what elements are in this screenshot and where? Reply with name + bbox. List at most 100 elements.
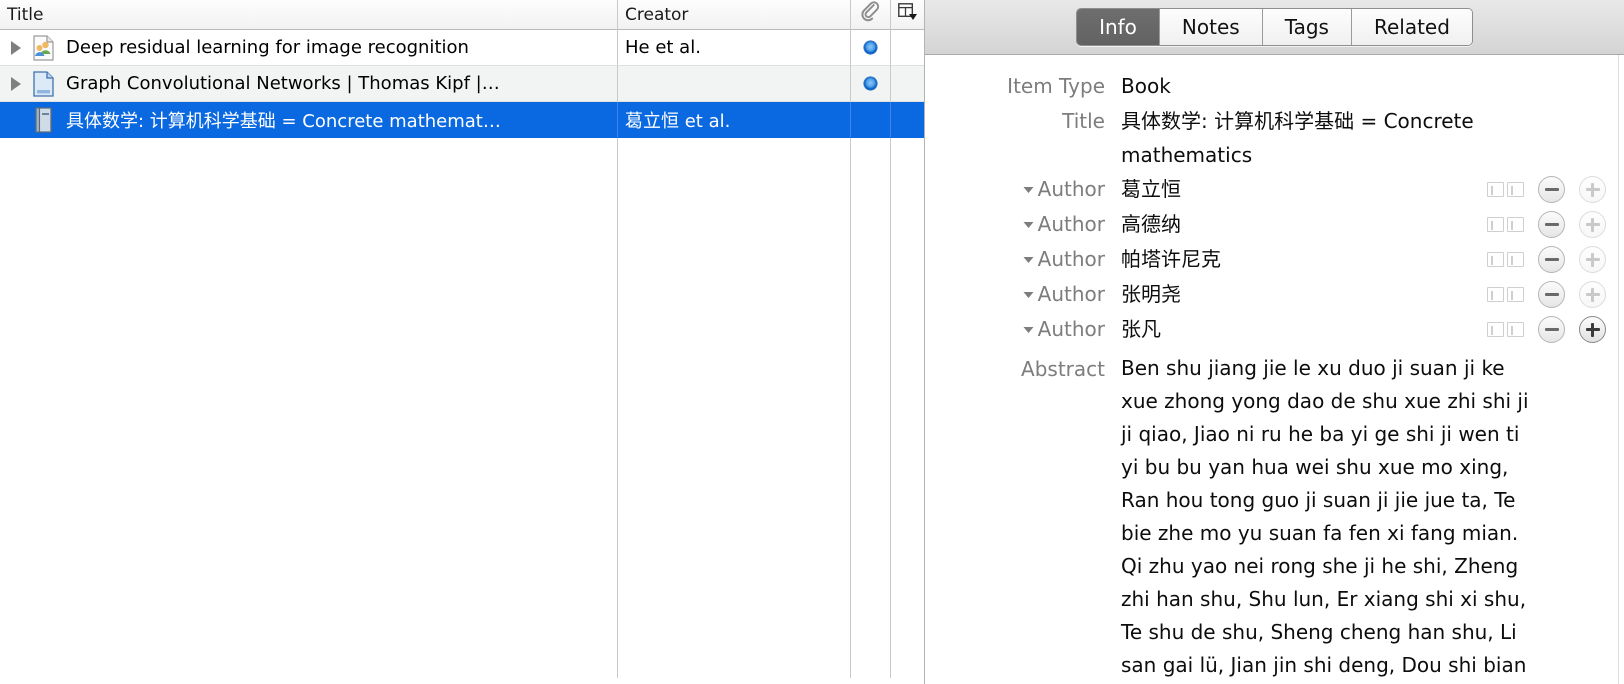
book-icon [30, 106, 58, 133]
row-pad-cell [891, 66, 924, 102]
creator-name-value[interactable]: 张凡 [1105, 312, 1477, 347]
conference-paper-icon [30, 34, 58, 61]
field-creator: Author 帕塔许尼克 [925, 242, 1624, 277]
tab-info-label: Info [1099, 15, 1137, 39]
switch-field-mode-icon[interactable] [1487, 322, 1524, 337]
app-window: Title Creator Deep residual learning for… [0, 0, 1624, 684]
creator-label-row-2[interactable]: Author [925, 207, 1105, 242]
attachment-dot-icon [864, 77, 877, 90]
row-attachment-cell[interactable] [851, 66, 891, 102]
chevron-down-icon[interactable] [1022, 288, 1035, 301]
row-creator-cell[interactable] [618, 66, 851, 102]
add-creator-button[interactable] [1579, 281, 1606, 308]
row-attachment-cell[interactable] [851, 30, 891, 66]
creator-label-row-4[interactable]: Author [925, 277, 1105, 312]
tab-notes[interactable]: Notes [1159, 9, 1263, 45]
switch-field-mode-icon[interactable] [1487, 252, 1524, 267]
column-header-attachment[interactable] [851, 0, 891, 30]
item-type-value[interactable]: Book [1105, 69, 1606, 104]
table-row[interactable]: 具体数学: 计算机科学基础 = Concrete mathemat… 葛立恒 e… [0, 102, 924, 138]
field-title: Title 具体数学: 计算机科学基础 = Concrete mathemati… [925, 104, 1624, 172]
row-title-text: Graph Convolutional Networks | Thomas Ki… [66, 73, 500, 94]
switch-field-mode-icon[interactable] [1487, 182, 1524, 197]
column-header-creator-label: Creator [625, 4, 689, 25]
abstract-value[interactable]: Ben shu jiang jie le xu duo ji suan ji k… [1105, 352, 1545, 684]
row-creator-cell[interactable]: 葛立恒 et al. [618, 102, 851, 138]
info-pane-scrollbar[interactable] [1618, 55, 1624, 684]
field-abstract: Abstract Ben shu jiang jie le xu duo ji … [925, 352, 1624, 684]
creator-label-text: Author [1037, 212, 1105, 236]
attachment-dot-icon [864, 41, 877, 54]
title-value[interactable]: 具体数学: 计算机科学基础 = Concrete mathematics [1105, 104, 1525, 172]
items-empty-area [0, 138, 924, 678]
abstract-label: Abstract [1021, 357, 1105, 381]
row-attachment-cell[interactable] [851, 102, 891, 138]
row-title-text: 具体数学: 计算机科学基础 = Concrete mathemat… [66, 110, 501, 132]
column-picker-button[interactable] [891, 0, 924, 30]
title-label: Title [1062, 109, 1105, 133]
expand-triangle-icon[interactable] [2, 40, 30, 56]
creator-label-row-1[interactable]: Author [925, 172, 1105, 207]
chevron-down-icon[interactable] [1022, 253, 1035, 266]
tab-group: Info Notes Tags Related [1076, 8, 1473, 46]
chevron-down-icon[interactable] [1022, 183, 1035, 196]
items-column-header: Title Creator [0, 0, 924, 30]
row-pad-cell [891, 30, 924, 66]
row-pad-cell [891, 102, 924, 138]
remove-creator-button[interactable] [1538, 281, 1565, 308]
remove-creator-button[interactable] [1538, 176, 1565, 203]
tab-info[interactable]: Info [1077, 9, 1160, 45]
items-pane: Title Creator Deep residual learning for… [0, 0, 925, 684]
remove-creator-button[interactable] [1538, 316, 1565, 343]
tab-notes-label: Notes [1181, 15, 1240, 39]
remove-creator-button[interactable] [1538, 246, 1565, 273]
creator-label-row-3[interactable]: Author [925, 242, 1105, 277]
expand-triangle-icon[interactable] [2, 76, 30, 92]
tab-tags[interactable]: Tags [1262, 9, 1352, 45]
creator-label-text: Author [1037, 282, 1105, 306]
remove-creator-button[interactable] [1538, 211, 1565, 238]
item-type-label: Item Type [1007, 74, 1105, 98]
column-header-title-label: Title [7, 4, 44, 25]
chevron-down-icon[interactable] [1022, 323, 1035, 336]
row-title-cell[interactable]: Deep residual learning for image recogni… [0, 30, 618, 66]
tab-tags-label: Tags [1284, 15, 1329, 39]
info-fields: Item Type Book Title 具体数学: 计算机科学基础 = Con… [925, 55, 1624, 684]
field-creator: Author 高德纳 [925, 207, 1624, 242]
creator-name-value[interactable]: 张明尧 [1105, 277, 1477, 312]
creator-label-text: Author [1037, 317, 1105, 341]
add-creator-button[interactable] [1579, 246, 1606, 273]
tab-related[interactable]: Related [1351, 9, 1472, 45]
webpage-icon [30, 70, 58, 97]
creator-controls [1477, 242, 1606, 277]
creator-controls [1477, 312, 1606, 347]
column-header-title[interactable]: Title [0, 0, 618, 30]
row-title-cell[interactable]: Graph Convolutional Networks | Thomas Ki… [0, 66, 618, 102]
paperclip-icon [860, 1, 882, 28]
column-header-creator[interactable]: Creator [618, 0, 851, 30]
creator-name-value[interactable]: 葛立恒 [1105, 172, 1477, 207]
creator-label-row-5[interactable]: Author [925, 312, 1105, 347]
column-picker-icon [897, 3, 918, 26]
add-creator-button[interactable] [1579, 176, 1606, 203]
field-creator: Author 张凡 [925, 312, 1624, 347]
creator-name-value[interactable]: 高德纳 [1105, 207, 1477, 242]
chevron-down-icon[interactable] [1022, 218, 1035, 231]
creator-controls [1477, 207, 1606, 242]
field-creator: Author 张明尧 [925, 277, 1624, 312]
table-row[interactable]: Graph Convolutional Networks | Thomas Ki… [0, 66, 924, 102]
field-item-type: Item Type Book [925, 69, 1624, 104]
switch-field-mode-icon[interactable] [1487, 287, 1524, 302]
row-title-text: Deep residual learning for image recogni… [66, 37, 469, 58]
creator-label-text: Author [1037, 177, 1105, 201]
creator-controls [1477, 277, 1606, 312]
table-row[interactable]: Deep residual learning for image recogni… [0, 30, 924, 66]
switch-field-mode-icon[interactable] [1487, 217, 1524, 232]
row-title-cell[interactable]: 具体数学: 计算机科学基础 = Concrete mathemat… [0, 102, 618, 138]
creator-name-value[interactable]: 帕塔许尼克 [1105, 242, 1477, 277]
add-creator-button[interactable] [1579, 211, 1606, 238]
empty-attachment-column [851, 138, 891, 678]
add-creator-button[interactable] [1579, 316, 1606, 343]
row-creator-text: He et al. [625, 37, 701, 58]
row-creator-cell[interactable]: He et al. [618, 30, 851, 66]
